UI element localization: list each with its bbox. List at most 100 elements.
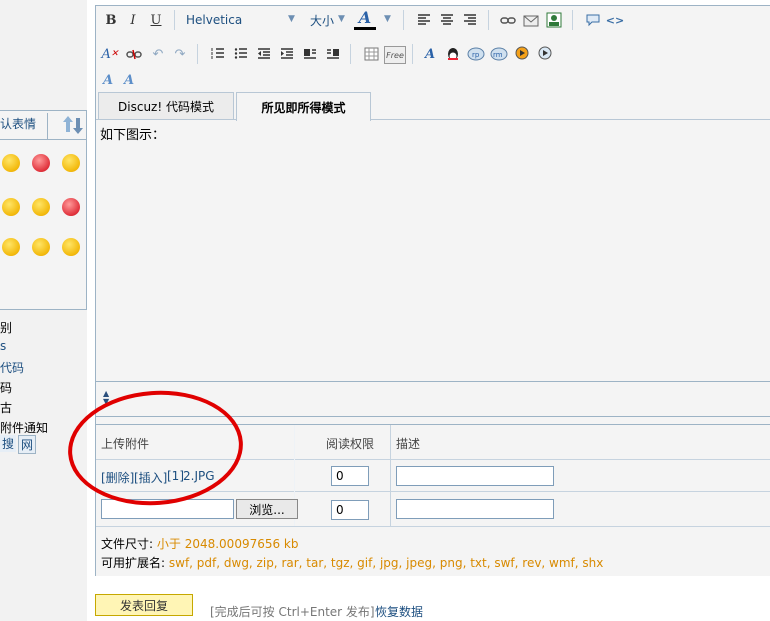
chevron-down-icon[interactable]: ▼ bbox=[288, 14, 295, 24]
left-sidebar bbox=[0, 0, 87, 621]
font-size-select[interactable]: 大小 bbox=[310, 12, 334, 29]
file-size-value: 小于 2048.00097656 kb bbox=[156, 537, 299, 551]
image-icon[interactable] bbox=[545, 11, 563, 29]
table-icon[interactable] bbox=[362, 45, 380, 63]
smiley-icon[interactable] bbox=[2, 198, 20, 216]
insert-attachment-link[interactable]: [插入] bbox=[134, 469, 167, 486]
tab-discuz-code[interactable]: Discuz! 代码模式 bbox=[98, 92, 234, 120]
font-style-icon[interactable]: A bbox=[421, 45, 439, 63]
align-center-icon[interactable] bbox=[438, 11, 456, 29]
toolbar-separator bbox=[412, 44, 413, 64]
smiley-icon[interactable] bbox=[2, 154, 20, 172]
float-right-icon[interactable] bbox=[324, 45, 342, 63]
restore-data-link[interactable]: 恢复数据 bbox=[375, 603, 423, 620]
extensions-line: 可用扩展名: swf, pdf, dwg, zip, rar, tar, tgz… bbox=[101, 554, 603, 571]
align-right-icon[interactable] bbox=[461, 11, 479, 29]
underline-button[interactable]: U bbox=[147, 11, 165, 29]
editor-resize-bar: ▲ ▼ bbox=[96, 381, 770, 417]
italic-button[interactable]: I bbox=[124, 11, 142, 29]
file-path-input[interactable] bbox=[101, 499, 234, 519]
font-color-icon: A bbox=[358, 8, 372, 27]
qq-icon[interactable] bbox=[444, 45, 462, 63]
email-icon[interactable] bbox=[522, 11, 540, 29]
sort-arrows-icon[interactable] bbox=[62, 113, 84, 137]
smiley-red-icon[interactable] bbox=[32, 154, 50, 172]
table-divider bbox=[96, 491, 770, 492]
paste-free-button[interactable]: Free bbox=[384, 46, 406, 64]
toolbar-separator bbox=[572, 10, 573, 30]
remove-format-icon[interactable]: A ✕ bbox=[101, 45, 119, 63]
svg-text:rm: rm bbox=[493, 51, 503, 59]
toolbar-separator bbox=[350, 44, 351, 64]
delete-attachment-link[interactable]: [删除] bbox=[101, 469, 134, 486]
undo-icon[interactable]: ↶ bbox=[149, 45, 167, 63]
code-icon[interactable]: <> bbox=[606, 11, 624, 29]
table-divider bbox=[96, 526, 770, 527]
float-left-icon[interactable] bbox=[301, 45, 319, 63]
browse-button[interactable]: 浏览... bbox=[236, 499, 298, 519]
outdent-icon[interactable] bbox=[255, 45, 273, 63]
font-family-select[interactable]: Helvetica bbox=[186, 13, 242, 27]
toolbar-separator bbox=[197, 44, 198, 64]
quote-icon[interactable] bbox=[584, 11, 602, 29]
align-left-icon[interactable] bbox=[415, 11, 433, 29]
unordered-list-icon[interactable] bbox=[232, 45, 250, 63]
smiley-glasses-icon[interactable] bbox=[62, 238, 80, 256]
ordered-list-icon[interactable] bbox=[209, 45, 227, 63]
unlink-icon[interactable] bbox=[125, 45, 143, 63]
chevron-down-icon[interactable]: ▼ bbox=[338, 14, 345, 24]
editor-text: 如下图示： bbox=[100, 128, 166, 143]
flash-player-icon[interactable] bbox=[536, 45, 554, 63]
attachment-panel: 上传附件 阅读权限 描述 [删除] [插入] [1] 2.JPG 浏览... 文… bbox=[96, 424, 770, 575]
font-color-button[interactable]: A bbox=[352, 8, 378, 32]
file-size-label: 文件尺寸: bbox=[101, 537, 154, 551]
read-perm-header: 阅读权限 bbox=[326, 437, 375, 451]
toolbar-separator bbox=[488, 10, 489, 30]
indent-icon[interactable] bbox=[278, 45, 296, 63]
upload-header: 上传附件 bbox=[101, 437, 150, 451]
side-option: 古 bbox=[0, 401, 13, 415]
side-option: 别 bbox=[0, 321, 13, 335]
search-option[interactable]: 搜 bbox=[0, 435, 17, 452]
extensions-label: 可用扩展名: bbox=[101, 556, 166, 570]
smiley-red-icon[interactable] bbox=[62, 198, 80, 216]
media-player-icon[interactable] bbox=[513, 45, 531, 63]
description-input[interactable] bbox=[396, 499, 554, 519]
table-divider bbox=[96, 459, 770, 460]
smiley-tab-divider bbox=[47, 113, 48, 139]
bold-button[interactable]: B bbox=[102, 11, 120, 29]
windows-media-icon[interactable]: rm bbox=[490, 45, 508, 63]
side-option-link[interactable]: s bbox=[0, 339, 6, 353]
shortcut-hint: [完成后可按 Ctrl+Enter 发布] bbox=[210, 605, 375, 619]
real-media-icon[interactable]: rp bbox=[467, 45, 485, 63]
toolbar-separator bbox=[403, 10, 404, 30]
read-perm-input[interactable] bbox=[331, 466, 369, 486]
color-bar bbox=[354, 27, 376, 30]
web-option[interactable]: 网 bbox=[18, 435, 37, 454]
description-header: 描述 bbox=[396, 437, 421, 451]
tab-wysiwyg[interactable]: 所见即所得模式 bbox=[236, 92, 371, 121]
table-divider bbox=[390, 425, 391, 526]
font-shrink-icon[interactable]: A bbox=[120, 71, 138, 89]
description-input[interactable] bbox=[396, 466, 554, 486]
font-grow-icon[interactable]: A bbox=[99, 71, 117, 89]
read-perm-input[interactable] bbox=[331, 500, 369, 520]
redo-icon[interactable]: ↷ bbox=[171, 45, 189, 63]
smiley-icon[interactable] bbox=[32, 238, 50, 256]
editor-content-area[interactable]: 如下图示： bbox=[96, 119, 770, 382]
chevron-down-icon[interactable]: ▼ bbox=[384, 14, 391, 24]
submit-reply-button[interactable]: 发表回复 bbox=[95, 594, 193, 616]
smiley-icon[interactable] bbox=[32, 198, 50, 216]
smiley-panel-divider bbox=[0, 139, 86, 140]
resize-handle-icon[interactable]: ▲ ▼ bbox=[103, 390, 109, 406]
extensions-value: swf, pdf, dwg, zip, rar, tar, tgz, gif, … bbox=[168, 556, 604, 570]
side-option: 附件通知 bbox=[0, 421, 49, 435]
attachment-filename[interactable]: 2.JPG bbox=[183, 469, 215, 483]
smiley-tab[interactable]: 认表情 bbox=[0, 115, 36, 132]
link-icon[interactable] bbox=[499, 11, 517, 29]
smiley-icon[interactable] bbox=[62, 154, 80, 172]
smiley-icon[interactable] bbox=[2, 238, 20, 256]
file-size-line: 文件尺寸: 小于 2048.00097656 kb bbox=[101, 535, 299, 552]
side-option-link[interactable]: 代码 bbox=[0, 359, 24, 376]
side-option: 码 bbox=[0, 381, 13, 395]
